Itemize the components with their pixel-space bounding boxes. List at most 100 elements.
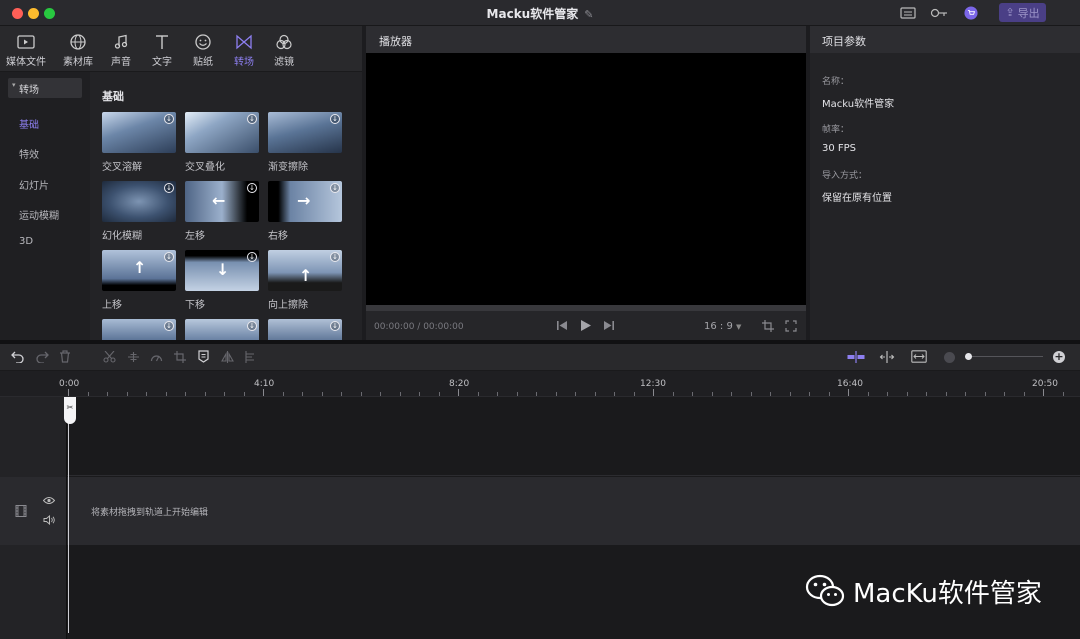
ruler-tick xyxy=(107,392,108,396)
arrow-up-icon: ↑ xyxy=(299,266,313,285)
ruler-tick xyxy=(634,392,635,396)
download-icon[interactable]: ↓ xyxy=(247,114,257,124)
player-screen[interactable] xyxy=(366,53,806,305)
tab-library[interactable]: 素材库 xyxy=(58,34,98,68)
play-icon[interactable] xyxy=(580,319,592,332)
cut-icon[interactable] xyxy=(103,351,116,363)
previous-frame-icon[interactable] xyxy=(556,320,568,331)
globe-icon xyxy=(70,34,86,50)
download-icon[interactable]: ↓ xyxy=(330,321,340,331)
film-icon xyxy=(15,505,27,517)
ruler-tick xyxy=(731,392,732,396)
download-icon[interactable]: ↓ xyxy=(330,252,340,262)
track-empty-top[interactable] xyxy=(67,397,1080,476)
export-button[interactable]: ⇪ 导出 xyxy=(999,3,1046,22)
ruler-tick xyxy=(341,392,342,396)
transition-thumb-gradient-wipe[interactable]: ↓ xyxy=(268,112,342,153)
tab-audio[interactable]: 声音 xyxy=(101,34,141,68)
category-header[interactable]: ▾ 转场 xyxy=(8,78,82,98)
ruler-tick xyxy=(829,392,830,396)
ruler-tick xyxy=(302,392,303,396)
undo-icon[interactable] xyxy=(11,351,24,363)
ruler-tick xyxy=(400,392,401,396)
download-icon[interactable]: ↓ xyxy=(330,114,340,124)
zoom-out-icon[interactable] xyxy=(944,352,955,363)
tab-media[interactable]: 媒体文件 xyxy=(6,34,46,68)
project-properties-panel: 项目参数 名称： Macku软件管家 帧率： 30 FPS 导入方式： 保留在原… xyxy=(810,26,1080,340)
crop-icon[interactable] xyxy=(762,320,774,332)
download-icon[interactable]: ↓ xyxy=(247,183,257,193)
transition-thumb-wipe-up[interactable]: ↑ ↓ xyxy=(268,250,342,291)
transition-thumb-blur[interactable]: ↓ xyxy=(102,181,176,222)
edit-pencil-icon[interactable]: ✎ xyxy=(584,8,593,21)
volume-icon[interactable] xyxy=(43,515,55,525)
project-properties-title: 项目参数 xyxy=(810,26,1080,53)
transition-thumb-cross-fade[interactable]: ↓ xyxy=(185,112,259,153)
category-effects[interactable]: 特效 xyxy=(19,146,39,161)
fit-timeline-icon[interactable] xyxy=(911,350,927,363)
transition-label: 幻化模糊 xyxy=(102,231,142,242)
transition-thumb-slide-right[interactable]: → ↓ xyxy=(268,181,342,222)
tab-text[interactable]: 文字 xyxy=(142,34,182,68)
cart-icon[interactable] xyxy=(963,6,979,20)
transition-thumb-cross-dissolve[interactable]: ↓ xyxy=(102,112,176,153)
ruler-tick xyxy=(185,392,186,396)
download-icon[interactable]: ↓ xyxy=(247,321,257,331)
transition-thumb-slide-up[interactable]: ↑ ↓ xyxy=(102,250,176,291)
zoom-in-icon[interactable]: + xyxy=(1053,351,1065,363)
key-icon[interactable] xyxy=(930,6,948,20)
zoom-slider-thumb[interactable] xyxy=(965,353,972,360)
transition-thumb-slide-left[interactable]: ← ↓ xyxy=(185,181,259,222)
arrow-up-icon: ↑ xyxy=(133,258,147,277)
snap-icon[interactable] xyxy=(847,351,865,363)
delete-icon[interactable] xyxy=(59,350,71,363)
arrow-left-icon: ← xyxy=(212,191,226,210)
category-basic[interactable]: 基础 xyxy=(19,116,39,131)
transition-label: 左移 xyxy=(185,231,205,242)
ruler-tick xyxy=(497,392,498,396)
transition-thumb[interactable]: ↓ xyxy=(102,319,176,340)
magnet-split-icon[interactable] xyxy=(879,351,895,363)
transition-thumb[interactable]: ↓ xyxy=(185,319,259,340)
crop-tool-icon[interactable] xyxy=(174,351,186,363)
category-3d[interactable]: 3D xyxy=(19,236,33,247)
player-controls: 00:00:00 / 00:00:00 16 : 9 ▼ xyxy=(366,311,806,340)
player-timecode: 00:00:00 / 00:00:00 xyxy=(374,322,464,332)
download-icon[interactable]: ↓ xyxy=(247,252,257,262)
aspect-ratio-select[interactable]: 16 : 9 ▼ xyxy=(704,321,741,332)
eye-icon[interactable] xyxy=(43,496,55,505)
playhead-line[interactable] xyxy=(68,397,69,633)
transition-label: 右移 xyxy=(268,231,288,242)
audio-detach-icon[interactable] xyxy=(244,351,256,363)
marker-icon[interactable] xyxy=(198,350,209,363)
fullscreen-icon[interactable] xyxy=(785,320,797,332)
category-motion-blur[interactable]: 运动模糊 xyxy=(19,207,59,222)
watermark-text: MacKu软件管家 xyxy=(853,578,1042,609)
split-icon[interactable] xyxy=(127,351,140,363)
redo-icon[interactable] xyxy=(36,351,49,363)
filter-icon xyxy=(276,34,292,50)
speed-icon[interactable] xyxy=(150,351,163,363)
transition-thumb[interactable]: ↓ xyxy=(268,319,342,340)
playhead-handle[interactable]: ✂ xyxy=(64,397,76,424)
download-icon[interactable]: ↓ xyxy=(164,321,174,331)
download-icon[interactable]: ↓ xyxy=(164,252,174,262)
download-icon[interactable]: ↓ xyxy=(164,114,174,124)
subtitle-icon[interactable] xyxy=(900,6,916,20)
timeline-ruler[interactable]: 0:00 4:10 8:20 12:30 16:40 20:50 xyxy=(0,371,1080,397)
download-icon[interactable]: ↓ xyxy=(330,183,340,193)
tab-sticker[interactable]: 贴纸 xyxy=(183,34,223,68)
project-name-value: Macku软件管家 xyxy=(822,99,895,110)
ruler-tick xyxy=(536,392,537,396)
video-track[interactable]: 将素材拖拽到轨道上开始编辑 xyxy=(67,477,1080,545)
category-slideshow[interactable]: 幻灯片 xyxy=(19,177,49,192)
next-frame-icon[interactable] xyxy=(603,320,615,331)
download-icon[interactable]: ↓ xyxy=(164,183,174,193)
mirror-icon[interactable] xyxy=(221,351,234,363)
zoom-slider-track[interactable] xyxy=(965,356,1043,357)
ruler-tick xyxy=(985,392,986,396)
window-title: Macku软件管家 ✎ xyxy=(0,5,1080,22)
tab-transition[interactable]: 转场 xyxy=(224,34,264,68)
transition-thumb-slide-down[interactable]: ↓ ↓ xyxy=(185,250,259,291)
tab-filter[interactable]: 滤镜 xyxy=(264,34,304,68)
